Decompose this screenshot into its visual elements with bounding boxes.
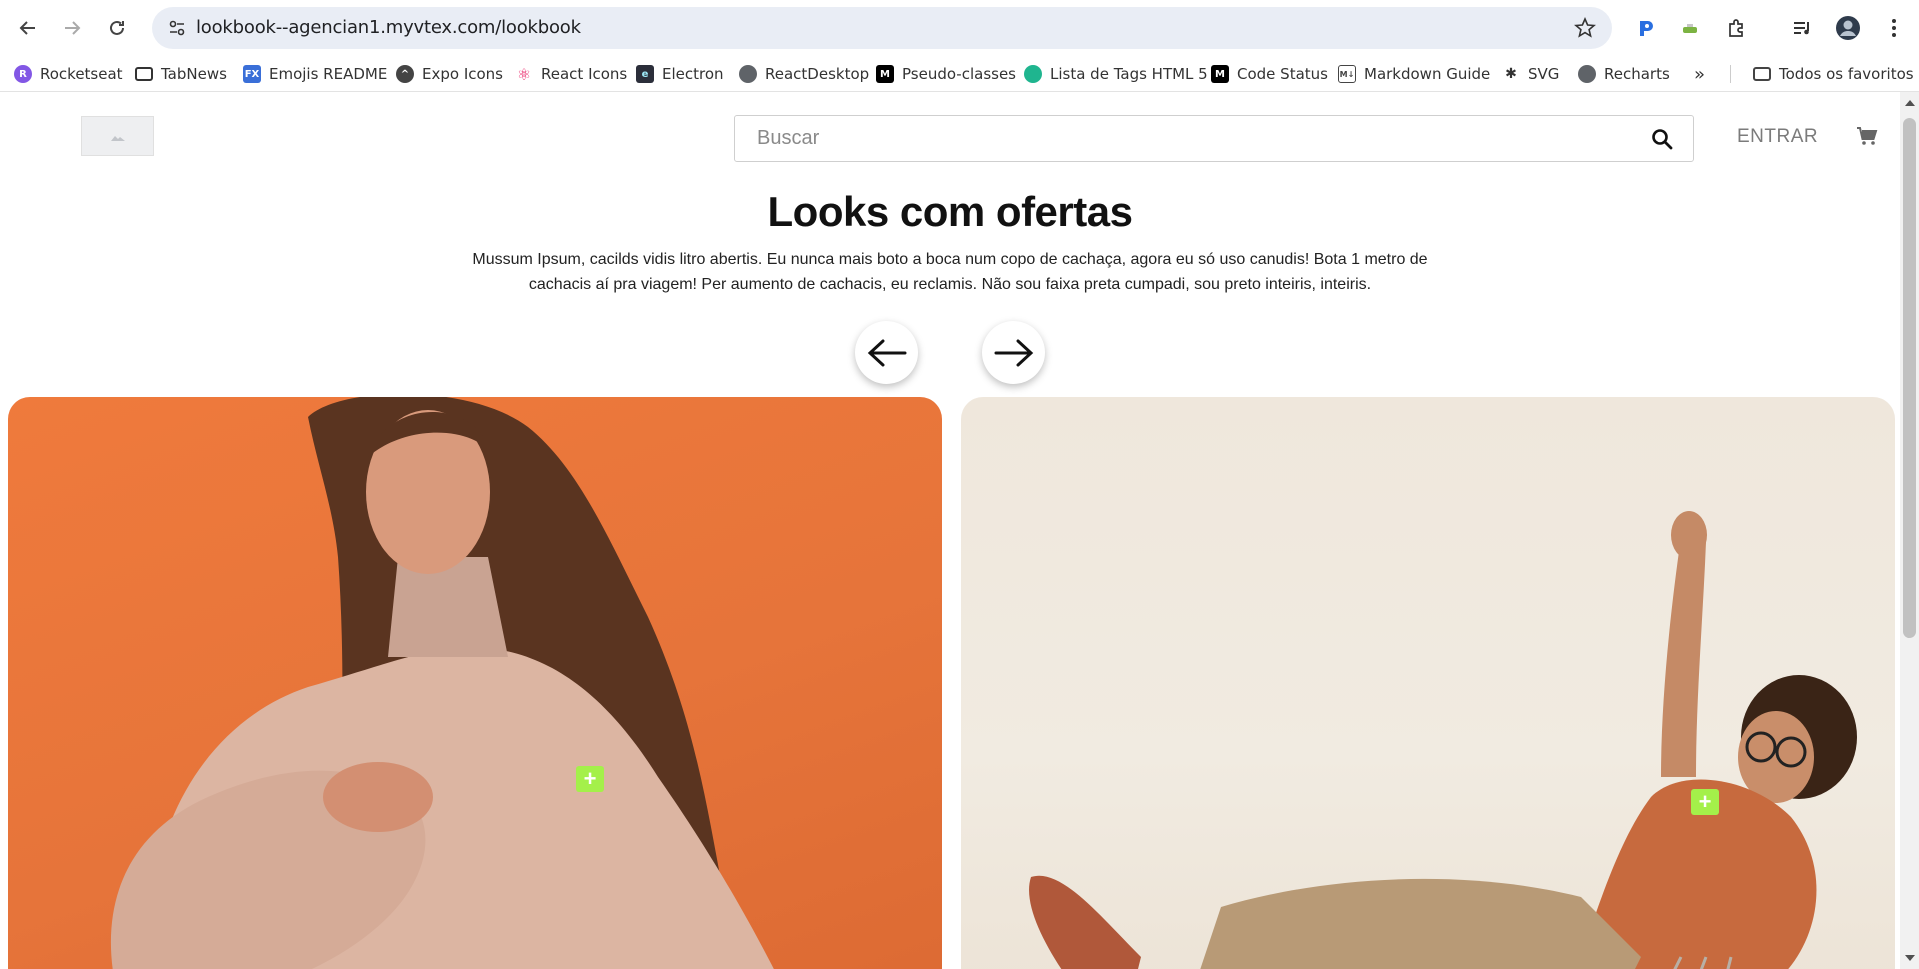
folder-icon bbox=[1753, 67, 1771, 81]
bookmark-rocketseat[interactable]: R Rocketseat bbox=[14, 56, 123, 92]
search-icon[interactable] bbox=[1651, 128, 1673, 155]
bookmark-recharts[interactable]: Recharts bbox=[1578, 56, 1670, 92]
login-link[interactable]: ENTRAR bbox=[1737, 126, 1818, 148]
back-arrow-icon bbox=[19, 21, 35, 35]
profile-avatar[interactable] bbox=[1832, 12, 1864, 44]
bookmark-emojis-readme[interactable]: FX Emojis README bbox=[243, 56, 387, 92]
bookmark-star-icon[interactable] bbox=[1574, 16, 1596, 44]
react-icon: ⚛ bbox=[515, 64, 533, 84]
electron-icon: e bbox=[636, 65, 654, 83]
fx-icon: FX bbox=[243, 65, 261, 83]
search-box bbox=[734, 115, 1694, 162]
image-placeholder-icon bbox=[110, 136, 125, 141]
forward-button[interactable] bbox=[56, 12, 88, 44]
bookmark-pseudo-classes[interactable]: M Pseudo-classes bbox=[876, 56, 1016, 92]
search-input[interactable] bbox=[735, 116, 1693, 161]
arrow-left-icon bbox=[867, 339, 906, 366]
carousel-next-button[interactable] bbox=[982, 321, 1045, 384]
extensions-puzzle-icon[interactable] bbox=[1721, 12, 1753, 44]
more-bookmarks-button[interactable]: » bbox=[1694, 56, 1705, 92]
page-content: ENTRAR Looks com ofertas Mussum Ipsum, c… bbox=[0, 92, 1900, 969]
mdn-icon: M bbox=[1211, 65, 1229, 83]
page-title: Looks com ofertas bbox=[767, 188, 1133, 235]
extension-blue-icon[interactable] bbox=[1630, 12, 1662, 44]
all-bookmarks-folder[interactable]: Todos os favoritos bbox=[1753, 56, 1914, 92]
extension-green-icon[interactable] bbox=[1674, 12, 1706, 44]
scroll-up-arrow-icon[interactable] bbox=[1905, 100, 1915, 106]
globe-icon bbox=[739, 65, 757, 83]
url-text: lookbook--agencian1.myvtex.com/lookbook bbox=[196, 17, 581, 38]
mdn-icon: M bbox=[876, 65, 894, 83]
globe-icon bbox=[1578, 65, 1596, 83]
hotspot-plus-button[interactable]: + bbox=[1691, 789, 1719, 815]
page-description: Mussum Ipsum, cacilds vidis litro aberti… bbox=[472, 251, 1428, 293]
look-image-woman bbox=[110, 397, 774, 969]
scroll-down-arrow-icon[interactable] bbox=[1905, 955, 1915, 961]
media-control-icon[interactable] bbox=[1786, 12, 1818, 44]
back-button[interactable] bbox=[12, 12, 44, 44]
browser-toolbar: lookbook--agencian1.myvtex.com/lookbook bbox=[0, 0, 1919, 56]
bookmark-expo-icons[interactable]: ^ Expo Icons bbox=[396, 56, 503, 92]
expo-icon: ^ bbox=[396, 65, 414, 83]
look-image-man bbox=[1029, 511, 1857, 969]
bookmark-svg[interactable]: ✱ SVG bbox=[1502, 56, 1559, 92]
look-card-2[interactable]: + bbox=[961, 397, 1895, 969]
forward-arrow-icon bbox=[65, 21, 81, 35]
page-scrollbar[interactable] bbox=[1900, 92, 1919, 969]
bookmark-markdown-guide[interactable]: M↓ Markdown Guide bbox=[1338, 56, 1490, 92]
arrow-right-icon bbox=[994, 339, 1033, 366]
reload-icon bbox=[110, 20, 124, 35]
markdown-icon: M↓ bbox=[1338, 65, 1356, 83]
look-card-1[interactable]: + bbox=[8, 397, 942, 969]
address-bar[interactable]: lookbook--agencian1.myvtex.com/lookbook bbox=[152, 7, 1612, 49]
double-chevron-icon: » bbox=[1694, 63, 1706, 85]
reload-button[interactable] bbox=[101, 12, 133, 44]
bookmark-lista-tags-html5[interactable]: Lista de Tags HTML 5 bbox=[1024, 56, 1208, 92]
bookmarks-divider bbox=[1730, 65, 1731, 83]
bookmark-reactdesktop[interactable]: ReactDesktop bbox=[739, 56, 869, 92]
site-settings-icon[interactable] bbox=[166, 17, 188, 39]
bookmark-code-status[interactable]: M Code Status bbox=[1211, 56, 1328, 92]
carousel-prev-button[interactable] bbox=[855, 321, 918, 384]
bookmark-electron[interactable]: e Electron bbox=[636, 56, 724, 92]
browser-menu-icon[interactable] bbox=[1878, 12, 1910, 44]
folder-icon bbox=[135, 67, 153, 81]
rocketseat-icon: R bbox=[14, 65, 32, 83]
bookmark-react-icons[interactable]: ⚛ React Icons bbox=[515, 56, 627, 92]
cart-icon[interactable] bbox=[1856, 126, 1878, 151]
store-logo-placeholder[interactable] bbox=[81, 116, 154, 156]
hex-icon bbox=[1024, 65, 1042, 83]
hotspot-plus-button[interactable]: + bbox=[576, 766, 604, 792]
bookmarks-bar: R Rocketseat TabNews FX Emojis README ^ Exp… bbox=[0, 56, 1919, 92]
scrollbar-thumb[interactable] bbox=[1903, 118, 1916, 638]
bookmark-tabnews[interactable]: TabNews bbox=[135, 56, 227, 92]
svg-icon: ✱ bbox=[1502, 65, 1520, 83]
